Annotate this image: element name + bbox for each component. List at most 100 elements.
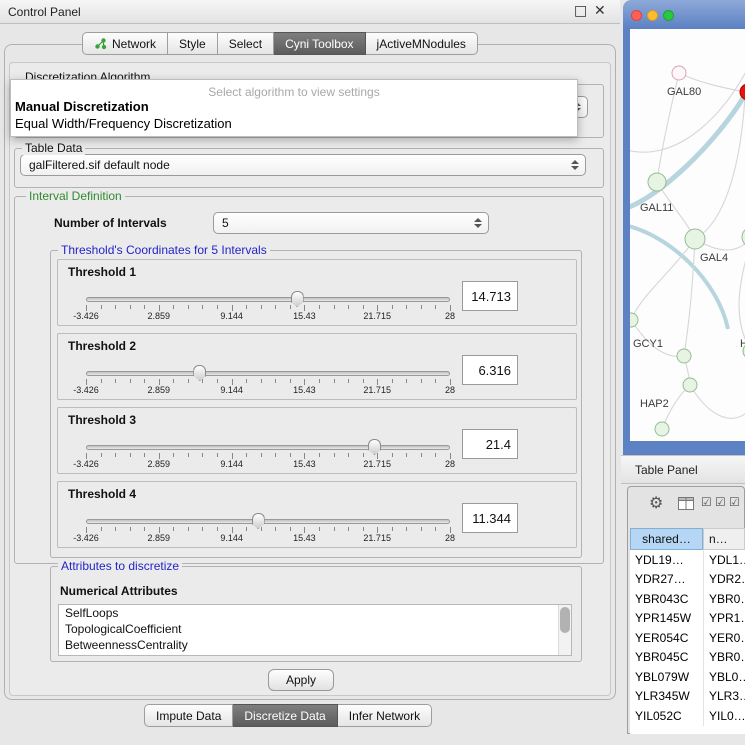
tick-mark xyxy=(101,379,102,383)
table-row[interactable]: YDL19…YDL1… xyxy=(630,550,745,570)
network-node-green[interactable] xyxy=(648,173,666,191)
list-item[interactable]: BetweennessCentrality xyxy=(59,637,571,653)
tick-mark xyxy=(421,379,422,383)
close-traffic-light-icon[interactable] xyxy=(631,10,642,21)
threshold-panel: -3.4262.8599.14415.4321.71528Threshold 3… xyxy=(57,407,577,474)
tick-label: 15.43 xyxy=(293,533,316,543)
tab-infer-network[interactable]: Infer Network xyxy=(338,704,432,727)
threshold-value-field[interactable]: 11.344 xyxy=(462,503,518,533)
table-cell-shared-name: YBR043C xyxy=(630,592,703,606)
network-node-green[interactable] xyxy=(630,313,638,327)
table-cell-shared-name: YLR345W xyxy=(630,689,703,703)
control-panel-title: Control Panel xyxy=(8,0,81,24)
network-node-green[interactable] xyxy=(677,349,691,363)
threshold-slider-track[interactable] xyxy=(86,297,450,302)
tick-label: 9.144 xyxy=(220,459,243,469)
column-header-shared-name[interactable]: shared… xyxy=(630,528,703,550)
slider-thumb-icon[interactable] xyxy=(193,365,206,381)
table-panel-titlebar: Table Panel xyxy=(621,455,745,484)
tick-mark xyxy=(290,305,291,309)
tick-mark xyxy=(319,379,320,383)
threshold-value-field[interactable]: 6.316 xyxy=(462,355,518,385)
table-cell-name: YDR2… xyxy=(703,570,745,590)
table-row[interactable]: YPR145WYPR1… xyxy=(630,609,745,629)
tick-mark xyxy=(101,305,102,309)
tick-mark xyxy=(202,453,203,457)
numerical-attributes-list[interactable]: SelfLoopsTopologicalCoefficientBetweenne… xyxy=(58,604,572,656)
list-scrollbar[interactable] xyxy=(558,605,571,655)
list-item[interactable]: SelfLoops xyxy=(59,605,571,621)
table-row[interactable]: YBR043CYBR0… xyxy=(630,589,745,609)
network-node-green[interactable] xyxy=(655,422,669,436)
column-header-name[interactable]: n… xyxy=(703,528,745,550)
tick-mark xyxy=(246,379,247,383)
slider-thumb-icon[interactable] xyxy=(291,291,304,307)
checkbox-icon[interactable]: ☑ xyxy=(715,495,726,509)
threshold-slider-track[interactable] xyxy=(86,445,450,450)
interval-definition-group-label: Interval Definition xyxy=(26,189,125,203)
tick-mark xyxy=(115,305,116,309)
threshold-value-field[interactable]: 21.4 xyxy=(462,429,518,459)
threshold-value-field[interactable]: 14.713 xyxy=(462,281,518,311)
slider-thumb-icon[interactable] xyxy=(368,439,381,455)
checkbox-icon[interactable]: ☑ xyxy=(701,495,712,509)
tab-impute-data[interactable]: Impute Data xyxy=(144,704,233,727)
tick-mark xyxy=(130,305,131,309)
tick-mark xyxy=(435,379,436,383)
tick-label: 15.43 xyxy=(293,385,316,395)
table-row[interactable]: YBL079WYBL0… xyxy=(630,667,745,687)
checkbox-icon[interactable]: ☑ xyxy=(729,495,740,509)
tick-mark xyxy=(334,305,335,309)
tab-discretize-data[interactable]: Discretize Data xyxy=(233,704,337,727)
tick-mark xyxy=(144,527,145,531)
table-row[interactable]: YDR27…YDR2… xyxy=(630,570,745,590)
tab-label: Select xyxy=(229,37,262,51)
tick-mark xyxy=(261,379,262,383)
algorithm-option[interactable]: Equal Width/Frequency Discretization xyxy=(11,115,577,132)
tick-mark xyxy=(334,527,335,531)
apply-button[interactable]: Apply xyxy=(268,669,334,691)
table-row[interactable]: YIL052CYIL0… xyxy=(630,706,745,726)
tab-select[interactable]: Select xyxy=(218,32,274,55)
tab-network[interactable]: Network xyxy=(82,32,168,55)
tick-mark xyxy=(217,305,218,309)
close-icon[interactable]: ✕ xyxy=(594,3,606,19)
gear-icon[interactable]: ⚙ xyxy=(649,493,663,512)
threshold-label: Threshold 3 xyxy=(68,413,136,427)
attributes-group-label: Attributes to discretize xyxy=(58,559,182,573)
tick-mark xyxy=(202,527,203,531)
tick-mark xyxy=(246,305,247,309)
tick-label: 9.144 xyxy=(220,533,243,543)
tab-jactivemnodules[interactable]: jActiveMNodules xyxy=(366,32,478,55)
network-node-green[interactable] xyxy=(685,229,705,249)
node-label: GAL80 xyxy=(667,86,701,98)
table-row[interactable]: YLR345WYLR3… xyxy=(630,687,745,707)
scrollbar-thumb[interactable] xyxy=(560,607,570,633)
algorithm-option[interactable]: Manual Discretization xyxy=(11,98,577,115)
table-data-dropdown[interactable]: galFiltered.sif default node xyxy=(20,154,586,176)
table-row[interactable]: YER054CYER0… xyxy=(630,628,745,648)
zoom-traffic-light-icon[interactable] xyxy=(663,10,674,21)
tick-mark xyxy=(421,305,422,309)
tick-mark xyxy=(275,379,276,383)
threshold-slider-track[interactable] xyxy=(86,519,450,524)
network-node-pink[interactable] xyxy=(672,66,686,80)
network-node-green[interactable] xyxy=(683,378,697,392)
number-of-intervals-dropdown[interactable]: 5 xyxy=(213,212,489,234)
network-canvas[interactable]: GAL80GAL11GAL4GCY1HAP2H xyxy=(630,29,745,441)
list-item[interactable]: TopologicalCoefficient xyxy=(59,621,571,637)
tick-mark xyxy=(392,453,393,457)
tab-style[interactable]: Style xyxy=(168,32,218,55)
table-row[interactable]: YBR045CYBR0… xyxy=(630,648,745,668)
dropdown-arrows-icon xyxy=(474,218,482,228)
tab-cyni-toolbox[interactable]: Cyni Toolbox xyxy=(274,32,365,55)
slider-thumb-icon[interactable] xyxy=(252,513,265,529)
table-cell-name: YLR3… xyxy=(703,687,745,707)
tick-mark xyxy=(130,453,131,457)
columns-icon[interactable] xyxy=(678,497,694,510)
tick-mark xyxy=(115,379,116,383)
float-window-icon[interactable]: □ xyxy=(574,3,587,19)
node-label: GCY1 xyxy=(633,338,663,350)
minimize-traffic-light-icon[interactable] xyxy=(647,10,658,21)
threshold-slider-track[interactable] xyxy=(86,371,450,376)
